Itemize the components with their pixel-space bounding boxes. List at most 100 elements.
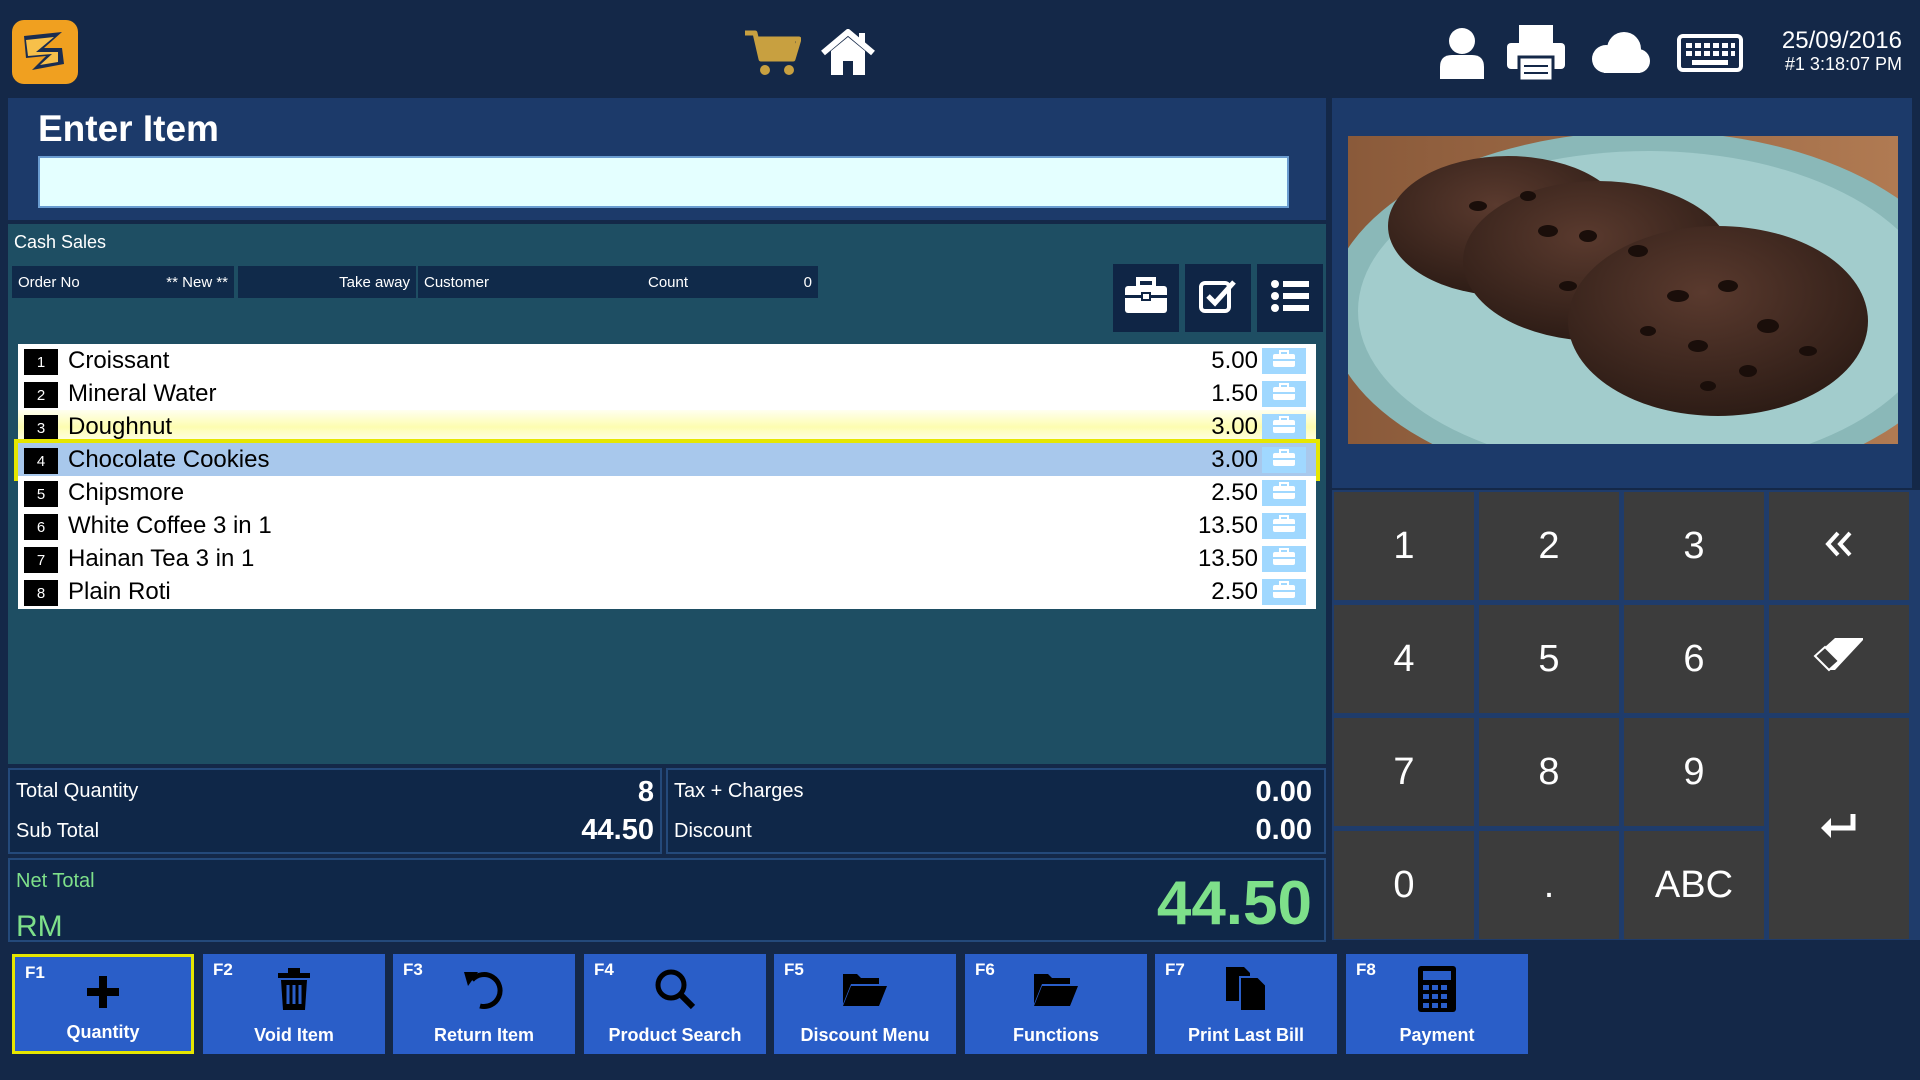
clear-key[interactable]	[1769, 605, 1909, 713]
enter-arrow-icon	[1819, 807, 1859, 850]
briefcase-button[interactable]	[1113, 264, 1179, 332]
item-number: 4	[24, 448, 58, 474]
key-9[interactable]: 9	[1624, 718, 1764, 826]
enter-key[interactable]	[1769, 718, 1909, 939]
user-icon[interactable]	[1434, 22, 1490, 84]
order-no-label: Order No	[18, 273, 80, 291]
order-item-row[interactable]: 3 Doughnut 3.00	[18, 410, 1316, 444]
home-icon[interactable]	[816, 22, 880, 84]
key-0[interactable]: 0	[1334, 831, 1474, 939]
key-8[interactable]: 8	[1479, 718, 1619, 826]
item-briefcase-button[interactable]	[1262, 447, 1306, 473]
checklist-button[interactable]	[1185, 264, 1251, 332]
trash-icon	[203, 964, 385, 1014]
item-entry-input[interactable]	[38, 156, 1289, 208]
f3-return-item-button[interactable]: F3 Return Item	[393, 954, 575, 1054]
order-item-row[interactable]: 8 Plain Roti 2.50	[18, 575, 1316, 609]
printer-icon[interactable]	[1504, 22, 1568, 84]
order-item-row[interactable]: 1 Croissant 5.00	[18, 344, 1316, 378]
keyboard-icon[interactable]	[1674, 22, 1746, 84]
key-abc[interactable]: ABC	[1624, 831, 1764, 939]
backspace-key[interactable]	[1769, 492, 1909, 600]
currency-label: RM	[16, 910, 63, 943]
customer-label: Customer	[424, 273, 490, 291]
undo-icon	[393, 964, 575, 1014]
item-number: 5	[24, 481, 58, 507]
item-briefcase-button[interactable]	[1262, 480, 1306, 506]
numpad: 1 2 3 4 5 6 7 8 9 0 . ABC	[1332, 490, 1920, 940]
order-item-row[interactable]: 2 Mineral Water 1.50	[18, 377, 1316, 411]
key-decimal[interactable]: .	[1479, 831, 1619, 939]
briefcase-icon	[1272, 415, 1296, 439]
net-total-value: 44.50	[1156, 869, 1312, 938]
count-value: 0	[803, 273, 812, 291]
f2-void-item-button[interactable]: F2 Void Item	[203, 954, 385, 1054]
item-name: Chocolate Cookies	[68, 446, 270, 473]
item-price: 13.50	[1197, 512, 1258, 539]
take-away-field[interactable]: Take away	[238, 266, 416, 298]
briefcase-icon	[1272, 514, 1296, 538]
order-item-row[interactable]: 5 Chipsmore 2.50	[18, 476, 1316, 510]
order-item-row[interactable]: 6 White Coffee 3 in 1 13.50	[18, 509, 1316, 543]
enter-item-panel: Enter Item	[8, 98, 1326, 220]
item-number: 3	[24, 415, 58, 441]
key-6[interactable]: 6	[1624, 605, 1764, 713]
list-view-button[interactable]	[1257, 264, 1323, 332]
discount-value: 0.00	[1255, 814, 1312, 846]
item-briefcase-button[interactable]	[1262, 579, 1306, 605]
net-total-box: Net Total RM 44.50	[8, 858, 1326, 943]
f7-print-last-bill-button[interactable]: F7 Print Last Bill	[1155, 954, 1337, 1054]
item-name: Chipsmore	[68, 479, 185, 506]
item-name: Croissant	[68, 347, 170, 374]
sub-total-value: 44.50	[581, 814, 654, 846]
folder-open-icon	[965, 964, 1147, 1014]
f5-discount-menu-button[interactable]: F5 Discount Menu	[774, 954, 956, 1054]
quantity-subtotal-box: Total Quantity 8 Sub Total 44.50	[8, 768, 662, 854]
order-no-value: ** New **	[166, 273, 228, 291]
item-briefcase-button[interactable]	[1262, 381, 1306, 407]
f4-product-search-button[interactable]: F4 Product Search	[584, 954, 766, 1054]
list-icon	[1270, 279, 1310, 318]
item-name: Mineral Water	[68, 380, 217, 407]
f3-text: Return Item	[433, 1025, 534, 1045]
key-3[interactable]: 3	[1624, 492, 1764, 600]
item-name: Doughnut	[68, 413, 173, 440]
tax-discount-box: Tax + Charges 0.00 Discount 0.00	[666, 768, 1326, 854]
customer-field[interactable]: Customer	[418, 266, 642, 298]
count-field: Count 0	[642, 266, 818, 298]
order-item-row[interactable]: 7 Hainan Tea 3 in 1 13.50	[18, 542, 1316, 576]
item-briefcase-button[interactable]	[1262, 546, 1306, 572]
discount-label: Discount	[674, 820, 752, 842]
item-price: 5.00	[1211, 347, 1258, 374]
item-price: 2.50	[1211, 578, 1258, 605]
item-briefcase-button[interactable]	[1262, 414, 1306, 440]
cart-icon[interactable]	[742, 22, 802, 84]
f8-text: Payment	[1399, 1025, 1475, 1045]
item-number: 2	[24, 382, 58, 408]
key-5[interactable]: 5	[1479, 605, 1619, 713]
f8-payment-button[interactable]: F8 Payment	[1346, 954, 1528, 1054]
item-number: 7	[24, 547, 58, 573]
f4-text: Product Search	[608, 1025, 742, 1045]
order-item-row[interactable]: 4 Chocolate Cookies 3.00	[14, 439, 1320, 481]
tax-charges-label: Tax + Charges	[674, 780, 804, 802]
copy-document-icon	[1155, 964, 1337, 1014]
f5-text: Discount Menu	[800, 1025, 930, 1045]
f1-quantity-button[interactable]: F1 Quantity	[12, 954, 194, 1054]
key-1[interactable]: 1	[1334, 492, 1474, 600]
key-2[interactable]: 2	[1479, 492, 1619, 600]
sales-mode-label: Cash Sales	[14, 232, 107, 252]
item-price: 3.00	[1211, 446, 1258, 473]
plus-icon	[15, 967, 191, 1017]
logo-icon	[10, 18, 80, 86]
f6-functions-button[interactable]: F6 Functions	[965, 954, 1147, 1054]
key-4[interactable]: 4	[1334, 605, 1474, 713]
item-briefcase-button[interactable]	[1262, 348, 1306, 374]
eraser-icon	[1813, 636, 1865, 682]
item-number: 8	[24, 580, 58, 606]
cloud-icon[interactable]	[1584, 22, 1654, 84]
item-briefcase-button[interactable]	[1262, 513, 1306, 539]
briefcase-icon	[1272, 382, 1296, 406]
item-number: 1	[24, 349, 58, 375]
key-7[interactable]: 7	[1334, 718, 1474, 826]
